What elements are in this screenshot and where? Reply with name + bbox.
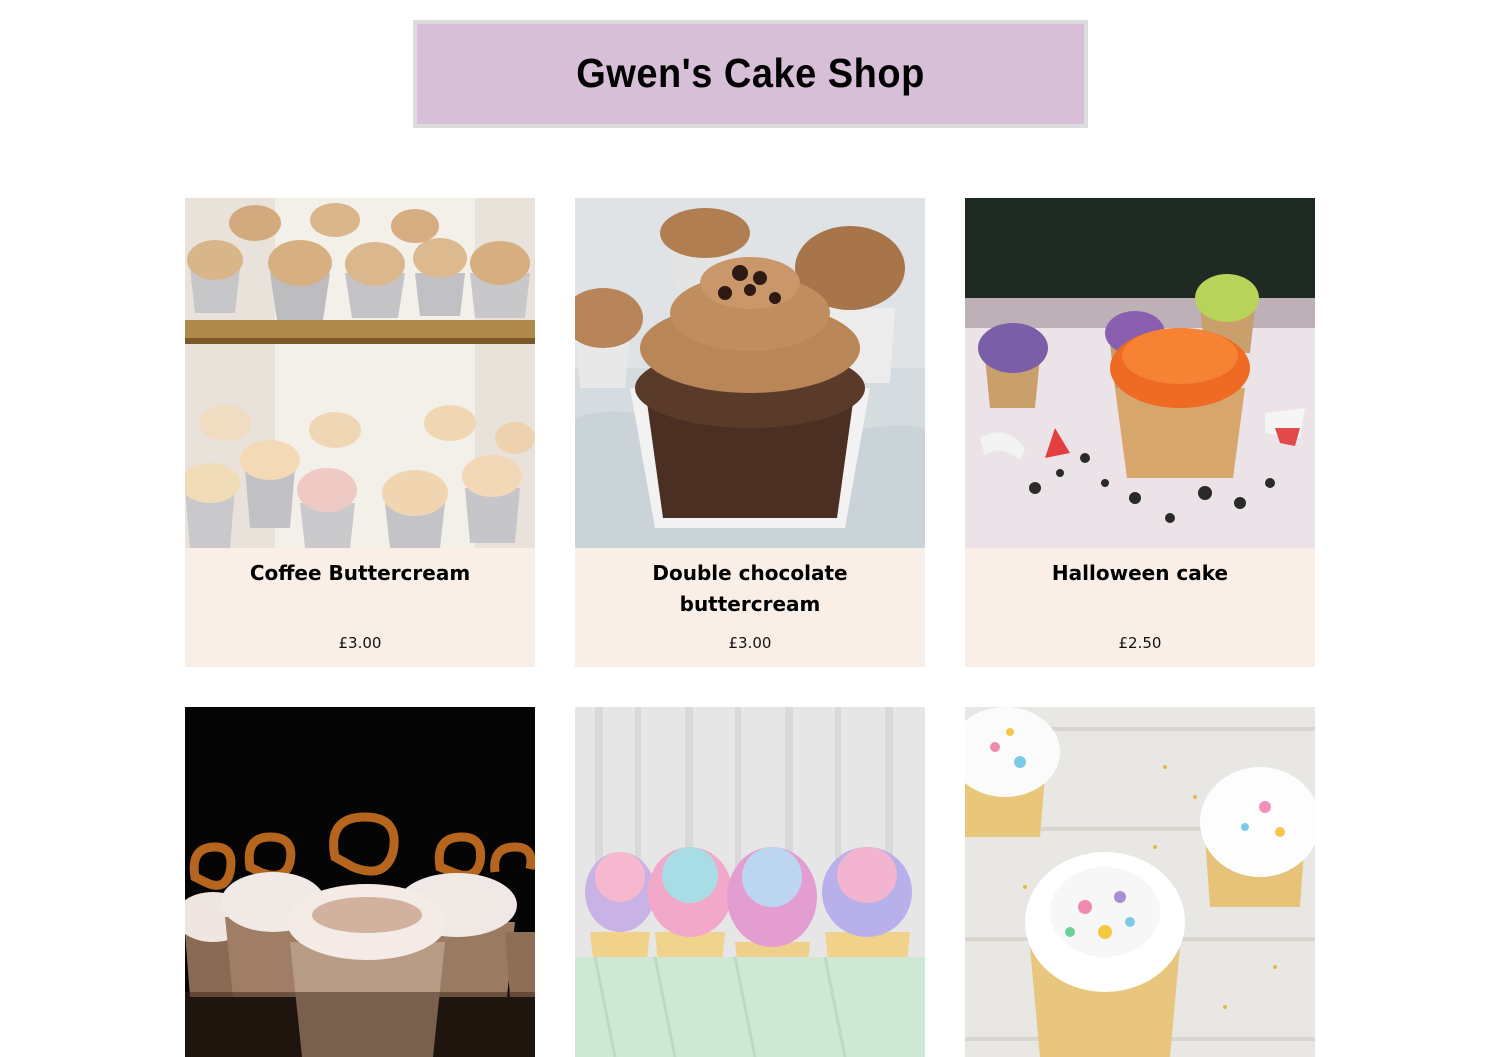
shop-header: Gwen's Cake Shop xyxy=(413,20,1088,128)
product-name[interactable]: Double chocolate buttercream xyxy=(605,558,895,620)
card-body: Double chocolate buttercream £3.00 xyxy=(575,548,925,667)
product-name[interactable]: Coffee Buttercream xyxy=(215,558,505,589)
product-price: £3.00 xyxy=(338,634,382,652)
card-body: Halloween cake £2.50 xyxy=(965,548,1315,667)
product-card[interactable]: Double chocolate buttercream £3.00 xyxy=(575,198,925,667)
pretzel-cupcakes-photo[interactable] xyxy=(185,707,535,1057)
coffee-cupcakes-photo[interactable] xyxy=(185,198,535,548)
product-name[interactable]: Halloween cake xyxy=(995,558,1285,589)
product-card[interactable] xyxy=(575,707,925,1057)
product-price: £2.50 xyxy=(1118,634,1162,652)
chocolate-cupcake-photo[interactable] xyxy=(575,198,925,548)
rainbow-cupcakes-photo[interactable] xyxy=(575,707,925,1057)
product-card[interactable]: Coffee Buttercream £3.00 xyxy=(185,198,535,667)
halloween-cupcake-photo[interactable] xyxy=(965,198,1315,548)
product-card[interactable]: Halloween cake £2.50 xyxy=(965,198,1315,667)
product-card[interactable] xyxy=(965,707,1315,1057)
product-price: £3.00 xyxy=(728,634,772,652)
sprinkle-cupcakes-photo[interactable] xyxy=(965,707,1315,1057)
card-body: Coffee Buttercream £3.00 xyxy=(185,548,535,667)
shop-title: Gwen's Cake Shop xyxy=(576,50,925,97)
product-card[interactable] xyxy=(185,707,535,1057)
